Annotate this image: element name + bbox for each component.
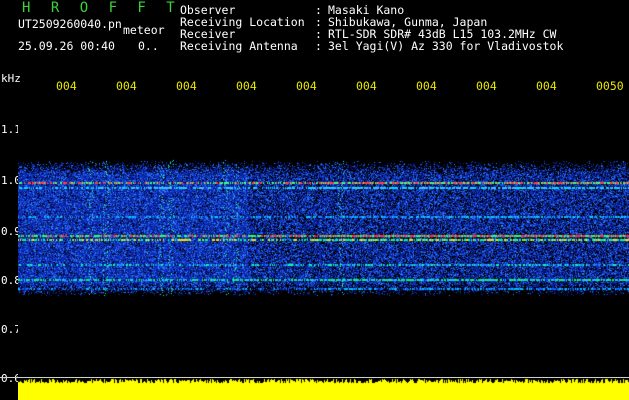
spectrogram (18, 96, 629, 400)
info-colon: : (315, 39, 322, 53)
baseline-divider (0, 377, 629, 378)
x-tick: 004 (56, 79, 77, 93)
x-tick: 004 (296, 79, 317, 93)
x-tick: 004 (116, 79, 137, 93)
x-tick: 004 (176, 79, 197, 93)
info-value-antenna: 3el Yagi(V) Az 330 for Vladivostok (328, 39, 564, 53)
y-unit-label: kHz (1, 72, 21, 85)
spectrogram-canvas (18, 96, 629, 400)
x-tick: 004 (536, 79, 557, 93)
x-tick: 004 (476, 79, 497, 93)
filename-suffix: meteor (123, 23, 165, 37)
datetime: 25.09.26 00:40 (18, 39, 115, 53)
filename: UT2509260040.pn (18, 17, 122, 31)
x-tick: 004 (356, 79, 377, 93)
x-tick: 004 (416, 79, 437, 93)
rate: 0.. (138, 39, 159, 53)
x-tick: 004 (236, 79, 257, 93)
x-tick: 0050 (596, 79, 624, 93)
info-label-antenna: Receiving Antenna (180, 39, 298, 53)
title: H R O F F T (22, 0, 181, 16)
